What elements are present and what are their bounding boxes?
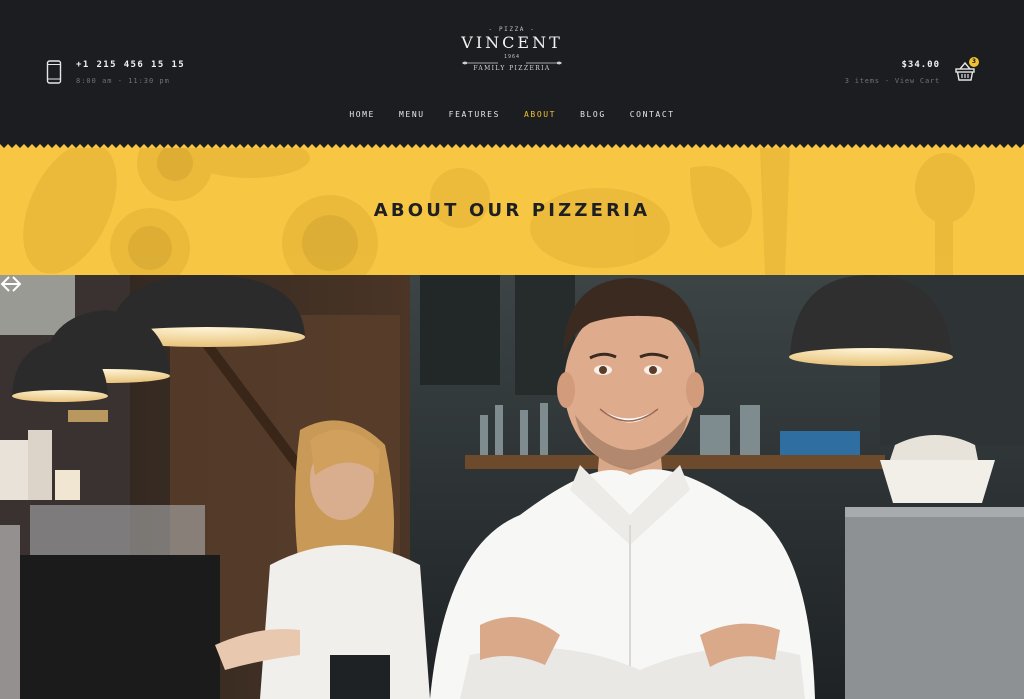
phone-number[interactable]: +1 215 456 15 15: [76, 60, 185, 70]
main-navigation: HOME MENU FEATURES ABOUT BLOG CONTACT: [0, 110, 1024, 119]
opening-hours: 8:00 am - 11:30 pm: [76, 77, 170, 85]
site-logo[interactable]: - PIZZA - VINCENT 1964 FAMILY PIZZERIA: [452, 26, 572, 88]
logo-tagline-top: - PIZZA -: [488, 26, 536, 33]
nav-item-home[interactable]: HOME: [349, 110, 375, 119]
page-title: ABOUT OUR PIZZERIA: [373, 200, 651, 221]
logo-divider: 1964: [452, 53, 572, 65]
nav-item-about[interactable]: ABOUT: [524, 110, 556, 119]
cart-total: $34.00: [901, 60, 940, 70]
nav-item-features[interactable]: FEATURES: [449, 110, 500, 119]
nav-item-blog[interactable]: BLOG: [580, 110, 606, 119]
logo-year: 1964: [503, 54, 521, 60]
smartphone-icon: [46, 60, 62, 84]
cart-button[interactable]: 3: [954, 57, 979, 82]
page-title-banner: ABOUT OUR PIZZERIA: [0, 148, 1024, 275]
arrow-right-icon[interactable]: [0, 275, 22, 293]
phone-contact[interactable]: +1 215 456 15 15 8:00 am - 11:30 pm: [46, 60, 185, 85]
cart-badge: 3: [969, 57, 979, 67]
hero-photo: [0, 275, 1024, 699]
nav-item-contact[interactable]: CONTACT: [630, 110, 675, 119]
nav-item-menu[interactable]: MENU: [399, 110, 425, 119]
mini-cart[interactable]: $34.00 3 items - View Cart 3: [845, 57, 979, 85]
hero-slider: [0, 275, 1024, 699]
cart-item-count[interactable]: 3 items - View Cart: [845, 77, 940, 85]
site-header: +1 215 456 15 15 8:00 am - 11:30 pm - PI…: [0, 0, 1024, 149]
logo-name: VINCENT: [461, 33, 563, 52]
